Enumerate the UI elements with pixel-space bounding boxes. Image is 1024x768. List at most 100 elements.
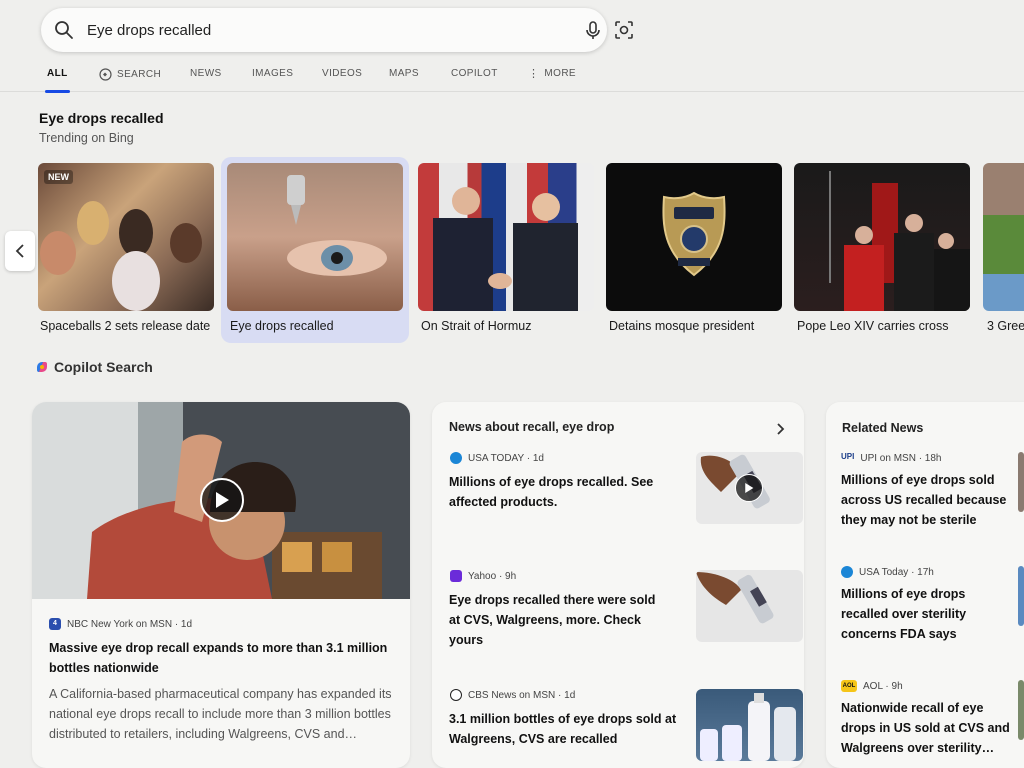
news-headline: Nationwide recall of eye drops in US sol… xyxy=(841,701,1010,755)
visual-search-icon[interactable] xyxy=(614,20,634,40)
play-icon xyxy=(216,492,229,508)
related-news-panel: Related News UPI UPI on MSN · 18h Million… xyxy=(826,402,1024,768)
trending-image xyxy=(606,163,782,311)
yahoo-logo-icon xyxy=(450,570,462,582)
tab-more[interactable]: ⋮ MORE xyxy=(528,68,576,79)
usa-today-logo-icon xyxy=(450,452,462,464)
source-text: Yahoo · 9h xyxy=(468,570,517,582)
tab-news[interactable]: NEWS xyxy=(190,68,222,79)
news-source: USA Today · 17h xyxy=(841,566,1021,578)
news-source: Yahoo · 9h xyxy=(450,570,516,582)
news-source: UPI UPI on MSN · 18h xyxy=(841,452,1021,464)
video-thumbnail[interactable] xyxy=(32,402,410,599)
trending-card-label: Pope Leo XIV carries cross xyxy=(797,319,949,333)
trending-image xyxy=(794,163,970,311)
news-item[interactable]: Yahoo · 9h Eye drops recalled there were… xyxy=(448,570,803,647)
usa-today-logo-icon xyxy=(841,566,853,578)
play-button[interactable] xyxy=(200,478,244,522)
trending-title: Eye drops recalled xyxy=(39,110,164,126)
trending-card-label: Detains mosque president xyxy=(609,319,755,333)
new-badge: NEW xyxy=(44,170,73,184)
related-thumbnail xyxy=(1018,452,1024,512)
news-item[interactable]: USA TODAY · 1d Millions of eye drops rec… xyxy=(448,452,803,524)
search-input[interactable] xyxy=(87,18,527,42)
copilot-logo-icon xyxy=(37,362,47,372)
news-headline: Eye drops recalled there were sold at CV… xyxy=(449,593,656,647)
tab-videos[interactable]: VIDEOS xyxy=(322,68,362,79)
microphone-icon[interactable] xyxy=(583,20,603,40)
source-text: NBC New York on MSN · 1d xyxy=(67,618,193,630)
tab-label: SEARCH xyxy=(117,69,162,80)
news-headline: 3.1 million bottles of eye drops sold at… xyxy=(449,712,677,746)
news-headline: Millions of eye drops recalled over ster… xyxy=(841,587,967,641)
tab-copilot[interactable]: COPILOT xyxy=(451,68,498,79)
trending-image xyxy=(227,163,403,311)
copilot-search-label: Copilot Search xyxy=(54,359,153,375)
main-story-card[interactable]: 4 NBC New York on MSN · 1d Massive eye d… xyxy=(32,402,410,768)
copilot-search-icon xyxy=(99,68,112,81)
cbs-logo-icon xyxy=(450,689,462,701)
search-icon[interactable] xyxy=(54,20,74,40)
related-news-item[interactable]: UPI UPI on MSN · 18h Millions of eye drop… xyxy=(841,452,1021,530)
news-headline: Millions of eye drops sold across US rec… xyxy=(841,473,1007,527)
trending-card-label: Eye drops recalled xyxy=(230,319,334,333)
news-thumbnail xyxy=(696,570,803,642)
trending-image xyxy=(418,163,594,311)
trending-card[interactable]: Detains mosque president xyxy=(600,157,788,343)
related-thumbnail xyxy=(1018,680,1024,740)
carousel-prev-button[interactable] xyxy=(5,231,35,271)
chevron-right-icon[interactable] xyxy=(776,423,785,435)
trending-image: NEW xyxy=(38,163,214,311)
news-source: AOL AOL · 9h xyxy=(841,680,1021,692)
related-news-title: Related News xyxy=(842,421,924,435)
search-tabs: ALL SEARCH NEWS IMAGES VIDEOS MAPS COPIL… xyxy=(0,60,1024,93)
related-news-item[interactable]: USA Today · 17h Millions of eye drops re… xyxy=(841,566,1021,644)
source-text: UPI on MSN · 18h xyxy=(860,452,942,464)
trending-card-label: Spaceballs 2 sets release date xyxy=(40,319,211,333)
play-icon xyxy=(745,483,754,493)
tab-label: NEWS xyxy=(190,68,222,79)
tab-label: MORE xyxy=(544,68,577,79)
tab-label: VIDEOS xyxy=(322,68,363,79)
tab-label: IMAGES xyxy=(252,68,294,79)
more-dots-icon: ⋮ xyxy=(528,67,540,80)
trending-card[interactable]: On Strait of Hormuz xyxy=(412,157,600,343)
story-headline[interactable]: Massive eye drop recall expands to more … xyxy=(49,638,394,678)
news-panel-title[interactable]: News about recall, eye drop xyxy=(449,420,614,434)
copilot-search-heading: Copilot Search xyxy=(35,359,153,375)
news-thumbnail xyxy=(696,452,803,524)
tab-maps[interactable]: MAPS xyxy=(389,68,419,79)
trending-card[interactable]: 3 Gree xyxy=(977,157,1024,343)
trending-card[interactable]: NEW Spaceballs 2 sets release date xyxy=(32,157,220,343)
trending-card-selected[interactable]: Eye drops recalled xyxy=(221,157,409,343)
news-source: CBS News on MSN · 1d xyxy=(450,689,575,701)
upi-logo-icon: UPI xyxy=(841,452,855,461)
trending-card[interactable]: Pope Leo XIV carries cross xyxy=(788,157,976,343)
tab-label: ALL xyxy=(47,68,68,79)
news-thumbnail xyxy=(696,689,803,761)
source-text: USA TODAY · 1d xyxy=(468,452,544,464)
chevron-left-icon xyxy=(15,244,24,258)
source-text: AOL · 9h xyxy=(863,680,903,692)
tab-label: MAPS xyxy=(389,68,419,79)
story-source: 4 NBC New York on MSN · 1d xyxy=(49,618,192,630)
tab-all[interactable]: ALL xyxy=(45,68,70,93)
nbc-logo-icon: 4 xyxy=(49,618,61,630)
story-snippet: A California-based pharmaceutical compan… xyxy=(49,687,392,741)
trending-card-label: 3 Gree xyxy=(987,319,1024,333)
related-thumbnail xyxy=(1018,566,1024,626)
tab-images[interactable]: IMAGES xyxy=(252,68,293,79)
play-button[interactable] xyxy=(735,474,763,502)
news-item[interactable]: CBS News on MSN · 1d 3.1 million bottles… xyxy=(448,689,803,761)
news-panel: News about recall, eye drop USA TODAY · … xyxy=(432,402,804,768)
related-news-item[interactable]: AOL AOL · 9h Nationwide recall of eye dro… xyxy=(841,680,1021,758)
source-text: CBS News on MSN · 1d xyxy=(468,689,576,701)
search-bar[interactable] xyxy=(41,8,633,52)
trending-subtitle: Trending on Bing xyxy=(39,131,134,145)
source-text: USA Today · 17h xyxy=(859,566,934,578)
tab-search[interactable]: SEARCH xyxy=(99,68,161,81)
news-source: USA TODAY · 1d xyxy=(450,452,544,464)
trending-image xyxy=(983,163,1024,311)
aol-logo-icon: AOL xyxy=(841,680,857,692)
trending-card-label: On Strait of Hormuz xyxy=(421,319,532,333)
